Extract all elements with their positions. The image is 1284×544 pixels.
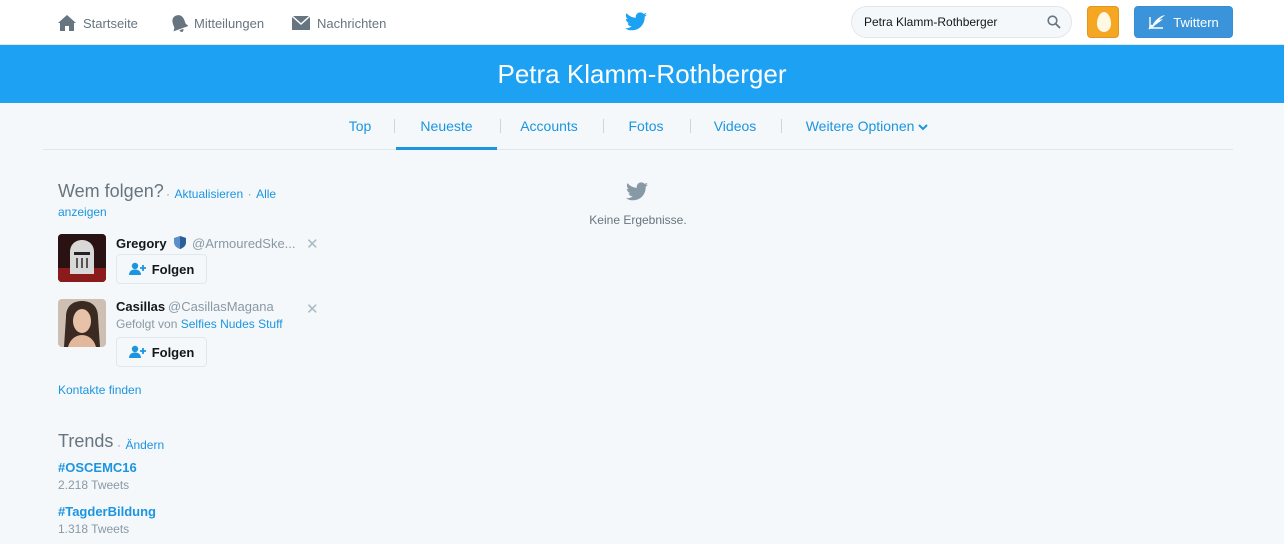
view-all-link[interactable]: Alle [256, 187, 276, 201]
chevron-down-icon [918, 124, 929, 131]
avatar[interactable] [58, 299, 106, 347]
search-box [851, 6, 1072, 38]
followed-by-link[interactable]: Selfies Nudes Stuff [181, 317, 283, 331]
user-handle: @ArmouredSke... [192, 236, 296, 251]
shield-icon [174, 236, 187, 249]
trend-count: 1.318 Tweets [58, 522, 130, 536]
user-name[interactable]: Gregory [116, 235, 187, 251]
top-navigation-bar: Startseite Mitteilungen Nachrichten Twit… [0, 0, 1284, 45]
tab-more-options[interactable]: Weitere Optionen [803, 103, 931, 150]
twitter-bird-icon [626, 182, 648, 206]
tweet-button-label: Twittern [1173, 14, 1219, 30]
trend-item[interactable]: #OSCEMC16 [58, 460, 137, 475]
tab-more-options-label: Weitere Optionen [805, 118, 915, 134]
follow-button[interactable]: Folgen [116, 337, 207, 367]
twitter-logo[interactable] [625, 12, 647, 36]
tab-photos[interactable]: Fotos [621, 103, 671, 150]
followed-by-text: Gefolgt von Selfies Nudes Stuff [116, 317, 283, 331]
who-to-follow-actions-cont: anzeigen [58, 203, 107, 221]
page-title: Petra Klamm-Rothberger [497, 58, 787, 89]
empty-results-message: Keine Ergebnisse. [589, 213, 687, 227]
bell-icon [172, 14, 188, 32]
egg-avatar-icon [1097, 12, 1111, 32]
followed-by-prefix: Gefolgt von [116, 317, 178, 331]
twitter-bird-icon [625, 12, 647, 31]
compose-quill-icon [1148, 15, 1166, 30]
trend-count: 2.218 Tweets [58, 478, 130, 492]
avatar[interactable] [58, 234, 106, 282]
tab-separator [690, 119, 691, 133]
follow-button[interactable]: Folgen [116, 254, 207, 284]
user-name[interactable]: Casillas [116, 299, 165, 314]
follow-button-label: Folgen [151, 261, 195, 277]
tab-separator [394, 119, 395, 133]
refresh-link[interactable]: Aktualisieren [174, 187, 243, 201]
dismiss-close-icon[interactable]: ✕ [306, 300, 319, 318]
nav-home-label: Startseite [83, 15, 138, 31]
add-user-icon [128, 262, 146, 275]
trends-title: Trends [58, 431, 114, 451]
user-handle: @CasillasMagana [168, 299, 274, 314]
tab-accounts[interactable]: Accounts [512, 103, 586, 150]
trend-item[interactable]: #TagderBildung [58, 504, 156, 519]
follow-button-label: Folgen [151, 344, 195, 360]
knight-helmet-avatar-icon [58, 234, 106, 282]
tab-newest[interactable]: Neueste [396, 103, 497, 150]
trends-change: · Ändern [117, 436, 164, 454]
tab-top[interactable]: Top [340, 103, 380, 150]
nav-notifications[interactable]: Mitteilungen [170, 12, 264, 34]
dismiss-close-icon[interactable]: ✕ [306, 235, 319, 253]
envelope-icon [291, 15, 311, 30]
tab-separator [781, 119, 782, 133]
account-avatar-button[interactable] [1087, 6, 1119, 38]
separator-dot: · [247, 187, 252, 201]
user-name-text: Gregory [116, 236, 167, 251]
nav-notifications-label: Mitteilungen [194, 15, 265, 31]
add-user-icon [128, 345, 146, 358]
nav-messages-label: Nachrichten [317, 15, 387, 31]
home-icon [58, 15, 76, 31]
tweet-button[interactable]: Twittern [1134, 6, 1233, 38]
change-trends-link[interactable]: Ändern [125, 438, 164, 452]
tab-separator [500, 119, 501, 133]
find-contacts-link[interactable]: Kontakte finden [58, 383, 141, 397]
tab-separator [603, 119, 604, 133]
tab-videos[interactable]: Videos [707, 103, 763, 150]
profile-photo-avatar-icon [58, 299, 106, 347]
separator-dot: · [166, 187, 170, 201]
who-to-follow-title: Wem folgen? [58, 181, 164, 201]
nav-home[interactable]: Startseite [57, 12, 138, 34]
search-tabs: Top Neueste Accounts Fotos Videos Weiter… [43, 103, 1233, 150]
search-header-banner: Petra Klamm-Rothberger [0, 45, 1284, 103]
who-to-follow-actions: · Aktualisieren · Alle [166, 185, 276, 203]
search-icon[interactable] [1047, 15, 1061, 29]
separator-dot: · [117, 438, 121, 452]
view-all-link-cont[interactable]: anzeigen [58, 205, 107, 219]
search-input[interactable] [864, 13, 1039, 31]
nav-messages[interactable]: Nachrichten [291, 12, 386, 34]
